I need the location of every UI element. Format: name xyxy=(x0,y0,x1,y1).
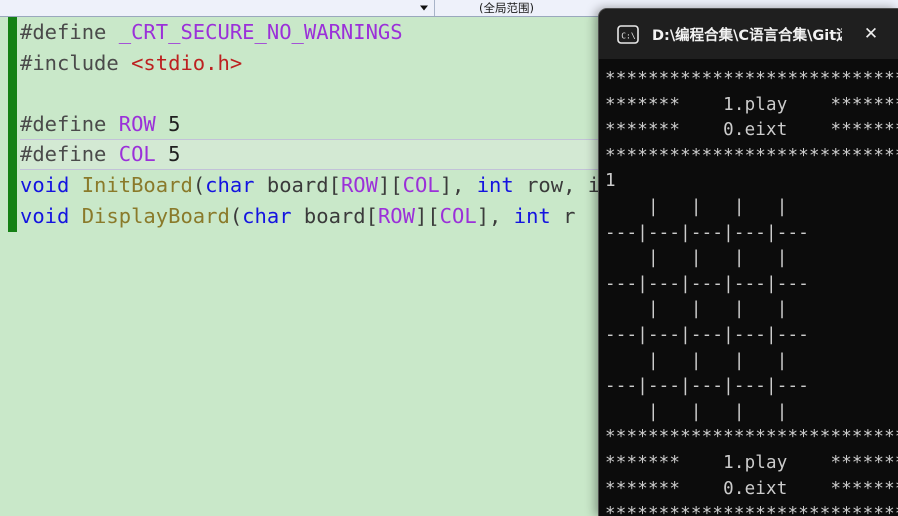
nav-combo-scope-value: (全局范围) xyxy=(479,1,534,15)
close-icon[interactable]: ✕ xyxy=(856,19,886,49)
console-line: ******* 0.eixt *********** xyxy=(605,478,898,499)
svg-text:C:\: C:\ xyxy=(621,31,636,40)
code-token: void xyxy=(20,203,82,228)
console-title-bar[interactable]: C:\ D:\编程合集\C语言合集\Git远 ✕ xyxy=(599,9,898,59)
code-token: #define xyxy=(20,142,119,166)
code-token: ROW xyxy=(340,173,378,197)
code-token: [ xyxy=(328,173,341,197)
console-line: | | | | xyxy=(605,248,788,269)
code-token: <stdio.h> xyxy=(131,50,243,75)
console-line: ---|---|---|---|--- xyxy=(605,273,809,294)
console-line: ---|---|---|---|--- xyxy=(605,222,809,243)
code-token: COL xyxy=(439,203,477,228)
console-line: | | | | xyxy=(605,196,788,217)
console-line: ********************************* xyxy=(605,427,898,448)
code-token: row, i xyxy=(513,173,601,197)
console-line: ********************************* xyxy=(605,69,898,89)
console-line: 1 xyxy=(605,171,616,192)
code-token: int xyxy=(476,173,514,197)
code-token: ROW xyxy=(377,203,415,228)
code-token: board xyxy=(291,203,366,228)
code-token: void xyxy=(20,173,82,197)
console-output[interactable]: ********************************* *******… xyxy=(599,59,898,516)
code-token: ][ xyxy=(414,203,440,228)
console-line: ******* 1.play *********** xyxy=(605,94,898,115)
code-token: COL xyxy=(402,173,440,197)
console-line: ---|---|---|---|--- xyxy=(605,324,809,345)
chevron-down-icon[interactable] xyxy=(420,5,428,11)
code-token: #include xyxy=(20,50,132,75)
code-token: #define xyxy=(20,20,119,44)
code-token: r xyxy=(550,203,576,228)
console-line: | | | | xyxy=(605,401,788,422)
code-token: [ xyxy=(365,203,378,228)
code-token: ], xyxy=(476,203,514,228)
code-token: 5 xyxy=(155,142,181,166)
code-token: 5 xyxy=(155,111,181,136)
console-line: ********************************* xyxy=(605,504,898,516)
nav-combo-type-dropdown[interactable] xyxy=(0,0,434,16)
code-token: int xyxy=(513,203,551,228)
code-token: #define xyxy=(20,111,119,136)
console-title-text: D:\编程合集\C语言合集\Git远 xyxy=(652,27,842,44)
code-token: COL xyxy=(118,142,156,166)
code-token: ( xyxy=(229,203,243,228)
console-window[interactable]: C:\ D:\编程合集\C语言合集\Git远 ✕ ***************… xyxy=(598,8,898,516)
code-token: board xyxy=(254,173,329,197)
code-token: DisplayBoard xyxy=(81,203,230,228)
console-line: ********************************* xyxy=(605,145,898,166)
code-token: char xyxy=(205,173,255,197)
code-token: ][ xyxy=(377,173,403,197)
console-line: ---|---|---|---|--- xyxy=(605,376,809,397)
code-token: ROW xyxy=(118,111,156,136)
code-token: _CRT_SECURE_NO_WARNINGS xyxy=(118,20,403,44)
console-line: | | | | xyxy=(605,350,788,371)
cmd-console-icon: C:\ xyxy=(617,24,639,44)
code-token: InitBoard xyxy=(81,173,193,197)
console-line: | | | | xyxy=(605,299,788,320)
change-indicator-bar xyxy=(8,17,17,232)
console-line: ******* 1.play *********** xyxy=(605,452,898,473)
screen-root: (全局范围) #define _CRT_SECURE_NO_WARNINGS #i… xyxy=(0,0,898,516)
code-token: ( xyxy=(192,173,206,197)
code-token: char xyxy=(242,203,292,228)
code-token: ], xyxy=(439,173,477,197)
console-line: ******* 0.eixt *********** xyxy=(605,120,898,141)
